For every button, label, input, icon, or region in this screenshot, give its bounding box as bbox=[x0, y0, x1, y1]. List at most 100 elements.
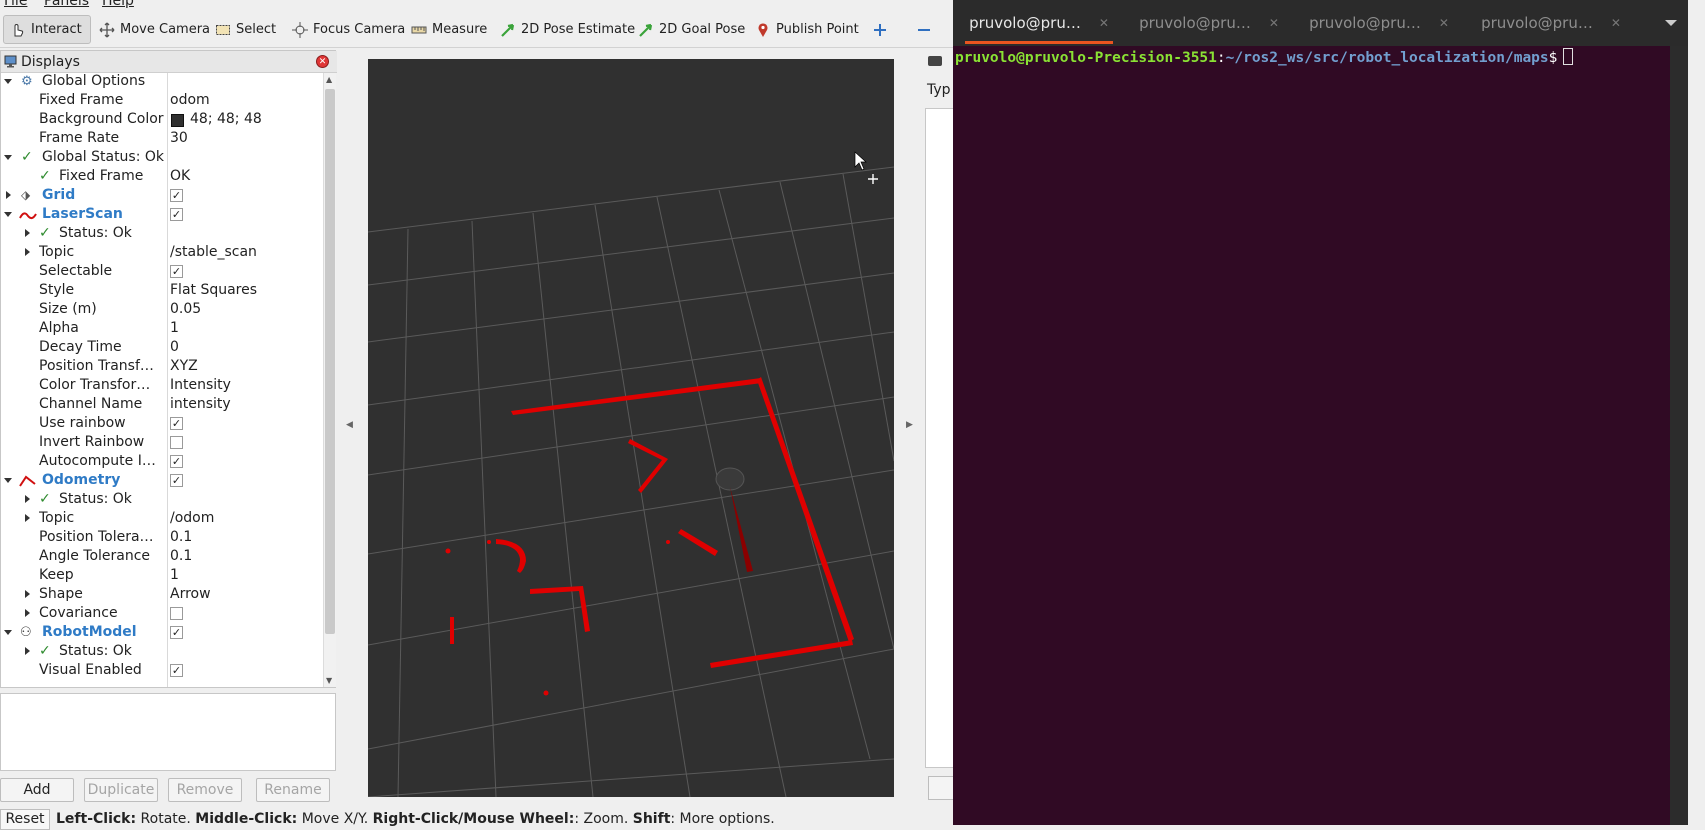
expand-arrow-icon[interactable] bbox=[4, 212, 12, 217]
tree-row-decay-time[interactable]: Decay Time 0 bbox=[1, 339, 323, 358]
close-icon[interactable]: ✕ bbox=[1099, 16, 1109, 30]
row-value[interactable]: 0 bbox=[170, 339, 179, 355]
row-value[interactable]: 0.05 bbox=[170, 301, 201, 317]
tree-row-laserscan-status[interactable]: ✓ Status: Ok bbox=[1, 225, 323, 244]
use-rainbow-checkbox[interactable]: ✓ bbox=[170, 417, 183, 430]
row-value[interactable]: Arrow bbox=[170, 586, 211, 602]
select-button[interactable]: Select bbox=[209, 15, 282, 44]
tree-row-keep[interactable]: Keep 1 bbox=[1, 567, 323, 586]
row-value[interactable]: 0.1 bbox=[170, 529, 192, 545]
expand-arrow-icon[interactable] bbox=[4, 478, 12, 483]
3d-viewport[interactable] bbox=[368, 59, 894, 797]
collapse-left-icon[interactable]: ◀ bbox=[346, 420, 353, 430]
menu-file[interactable]: File bbox=[4, 0, 27, 9]
remove-tool-button[interactable] bbox=[910, 15, 938, 44]
menu-panels[interactable]: Panels bbox=[44, 0, 89, 9]
expand-arrow-icon[interactable] bbox=[25, 248, 30, 256]
tree-row-laserscan[interactable]: LaserScan ✓ bbox=[1, 206, 323, 225]
covariance-checkbox[interactable] bbox=[170, 607, 183, 620]
row-value[interactable]: 1 bbox=[170, 320, 179, 336]
reset-button[interactable]: Reset bbox=[0, 809, 50, 830]
expand-arrow-icon[interactable] bbox=[25, 647, 30, 655]
expand-arrow-icon[interactable] bbox=[4, 79, 12, 84]
tree-row-position-transformer[interactable]: Position Transf… XYZ bbox=[1, 358, 323, 377]
scrollbar-thumb[interactable] bbox=[325, 89, 335, 634]
tree-row-channel-name[interactable]: Channel Name intensity bbox=[1, 396, 323, 415]
tree-row-background-color[interactable]: Background Color 48; 48; 48 bbox=[1, 111, 323, 130]
add-button[interactable]: Add bbox=[0, 778, 74, 802]
robotmodel-checkbox[interactable]: ✓ bbox=[170, 626, 183, 639]
interact-tool-button[interactable]: Interact bbox=[3, 15, 91, 44]
terminal-tab-2[interactable]: pruvolo@pru… ✕ bbox=[1125, 0, 1293, 46]
tree-row-global-status[interactable]: ✓ Global Status: Ok bbox=[1, 149, 323, 168]
close-icon[interactable]: ✕ bbox=[1269, 16, 1279, 30]
row-value[interactable]: /stable_scan bbox=[170, 244, 257, 260]
tree-row-odometry-status[interactable]: ✓ Status: Ok bbox=[1, 491, 323, 510]
move-camera-button[interactable]: Move Camera bbox=[93, 15, 216, 44]
tree-row-fixed-frame-status[interactable]: ✓ Fixed Frame OK bbox=[1, 168, 323, 187]
invert-rainbow-checkbox[interactable] bbox=[170, 436, 183, 449]
tree-row-odometry[interactable]: Odometry ✓ bbox=[1, 472, 323, 491]
tree-row-fixed-frame[interactable]: Fixed Frame odom bbox=[1, 92, 323, 111]
duplicate-button[interactable]: Duplicate bbox=[84, 778, 158, 802]
tree-row-shape[interactable]: Shape Arrow bbox=[1, 586, 323, 605]
goal-pose-button[interactable]: 2D Goal Pose bbox=[632, 15, 751, 44]
focus-camera-button[interactable]: Focus Camera bbox=[286, 15, 411, 44]
row-value[interactable]: Intensity bbox=[170, 377, 231, 393]
expand-arrow-icon[interactable] bbox=[25, 495, 30, 503]
close-icon[interactable]: ✕ bbox=[1439, 16, 1449, 30]
row-value[interactable]: Flat Squares bbox=[170, 282, 257, 298]
selectable-checkbox[interactable]: ✓ bbox=[170, 265, 183, 278]
expand-arrow-icon[interactable] bbox=[25, 609, 30, 617]
scroll-down-icon[interactable]: ▼ bbox=[326, 676, 332, 685]
expand-arrow-icon[interactable] bbox=[25, 514, 30, 522]
remove-button[interactable]: Remove bbox=[168, 778, 242, 802]
laserscan-checkbox[interactable]: ✓ bbox=[170, 208, 183, 221]
grid-checkbox[interactable]: ✓ bbox=[170, 189, 183, 202]
add-tool-button[interactable] bbox=[866, 15, 894, 44]
measure-button[interactable]: Measure bbox=[405, 15, 493, 44]
terminal-body[interactable]: pruvolo@pruvolo-Precision-3551:~/ros2_ws… bbox=[953, 46, 1688, 825]
column-divider[interactable] bbox=[167, 73, 168, 687]
color-swatch[interactable] bbox=[171, 114, 184, 127]
tree-row-selectable[interactable]: Selectable ✓ bbox=[1, 263, 323, 282]
tree-row-angle-tolerance[interactable]: Angle Tolerance 0.1 bbox=[1, 548, 323, 567]
tree-row-use-rainbow[interactable]: Use rainbow ✓ bbox=[1, 415, 323, 434]
pose-estimate-button[interactable]: 2D Pose Estimate bbox=[494, 15, 641, 44]
publish-point-button[interactable]: Publish Point bbox=[749, 15, 865, 44]
row-value[interactable]: XYZ bbox=[170, 358, 198, 374]
expand-arrow-icon[interactable] bbox=[4, 630, 12, 635]
row-value[interactable]: odom bbox=[170, 92, 210, 108]
row-value[interactable]: 48; 48; 48 bbox=[190, 111, 262, 127]
tree-row-style[interactable]: Style Flat Squares bbox=[1, 282, 323, 301]
terminal-tab-1[interactable]: pruvolo@pru… ✕ bbox=[955, 0, 1123, 46]
row-value[interactable]: 1 bbox=[170, 567, 179, 583]
odometry-checkbox[interactable]: ✓ bbox=[170, 474, 183, 487]
menu-help[interactable]: Help bbox=[102, 0, 134, 9]
expand-arrow-icon[interactable] bbox=[6, 191, 11, 199]
collapse-right-icon[interactable]: ▶ bbox=[906, 420, 913, 430]
tree-row-invert-rainbow[interactable]: Invert Rainbow bbox=[1, 434, 323, 453]
expand-arrow-icon[interactable] bbox=[25, 229, 30, 237]
chevron-down-icon[interactable] bbox=[1665, 20, 1677, 26]
close-icon[interactable]: ✕ bbox=[316, 55, 329, 68]
expand-arrow-icon[interactable] bbox=[25, 590, 30, 598]
tree-row-covariance[interactable]: Covariance bbox=[1, 605, 323, 624]
tree-row-color-transformer[interactable]: Color Transfor… Intensity bbox=[1, 377, 323, 396]
displays-scrollbar[interactable]: ▲ ▼ bbox=[323, 73, 336, 687]
tree-row-robotmodel-status[interactable]: ✓ Status: Ok bbox=[1, 643, 323, 662]
terminal-tab-4[interactable]: pruvolo@pru… ✕ bbox=[1467, 0, 1635, 46]
visual-enabled-checkbox[interactable]: ✓ bbox=[170, 664, 183, 677]
tree-row-position-tolerance[interactable]: Position Tolera… 0.1 bbox=[1, 529, 323, 548]
tree-row-alpha[interactable]: Alpha 1 bbox=[1, 320, 323, 339]
row-value[interactable]: 30 bbox=[170, 130, 188, 146]
expand-arrow-icon[interactable] bbox=[4, 155, 12, 160]
tree-row-topic[interactable]: Topic /stable_scan bbox=[1, 244, 323, 263]
tree-row-odometry-topic[interactable]: Topic /odom bbox=[1, 510, 323, 529]
scroll-up-icon[interactable]: ▲ bbox=[326, 75, 332, 84]
terminal-tab-3[interactable]: pruvolo@pru… ✕ bbox=[1295, 0, 1463, 46]
tree-row-grid[interactable]: ⬗ Grid ✓ bbox=[1, 187, 323, 206]
row-value[interactable]: /odom bbox=[170, 510, 214, 526]
tree-row-size[interactable]: Size (m) 0.05 bbox=[1, 301, 323, 320]
views-panel-box[interactable] bbox=[925, 108, 955, 768]
